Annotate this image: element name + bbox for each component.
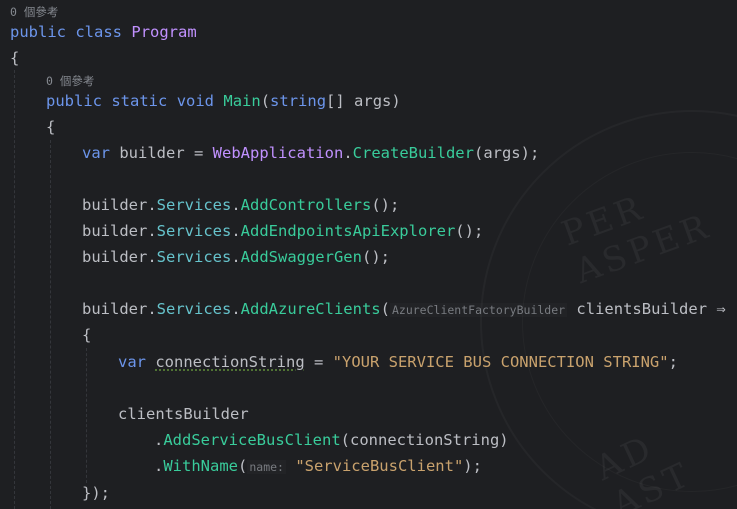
code-text: [] args) xyxy=(326,92,401,110)
property-name: Services xyxy=(156,248,232,266)
paren: ( xyxy=(238,457,248,475)
keyword: static xyxy=(111,92,168,110)
keyword: public xyxy=(10,23,66,41)
code-line: public class Program xyxy=(10,21,197,43)
inlay-type-hint[interactable]: AzureClientFactoryBuilder xyxy=(390,303,567,317)
indent-guide-1 xyxy=(14,70,15,509)
code-line: builder.Services.AddAzureClients(AzureCl… xyxy=(82,298,726,320)
code-text: . xyxy=(231,248,241,266)
watermark-text-bottom: AD AST xyxy=(589,427,699,509)
method-name: AddServiceBusClient xyxy=(163,431,341,449)
code-text: . xyxy=(154,431,164,449)
code-line: { xyxy=(82,324,91,346)
code-text: ; xyxy=(668,353,678,371)
code-text: builder. xyxy=(82,222,157,240)
paren: ( xyxy=(380,300,390,318)
code-line: clientsBuilder xyxy=(118,403,249,425)
keyword: void xyxy=(176,92,215,110)
brace: { xyxy=(10,49,20,67)
method-name: AddSwaggerGen xyxy=(240,248,362,266)
code-editor[interactable]: PER ASPER AD AST 0 個參考 public class Prog… xyxy=(0,0,737,509)
code-line: }); xyxy=(82,482,110,504)
code-text: ); xyxy=(463,457,482,475)
variable-name[interactable]: connectionString xyxy=(155,353,304,371)
type-name: string xyxy=(270,92,327,110)
class-name: Program xyxy=(131,23,197,41)
code-line: var builder = WebApplication.CreateBuild… xyxy=(82,142,539,164)
brace: { xyxy=(46,118,56,136)
inlay-parameter-hint[interactable]: name: xyxy=(247,460,286,474)
code-text: builder. xyxy=(82,300,157,318)
code-line: builder.Services.AddEndpointsApiExplorer… xyxy=(82,220,483,242)
code-line: public static void Main(string[] args) xyxy=(46,90,401,112)
code-line: builder.Services.AddControllers(); xyxy=(82,194,399,216)
keyword: var xyxy=(82,144,110,162)
keyword: class xyxy=(75,23,123,41)
code-text: . xyxy=(154,457,164,475)
property-name: Services xyxy=(156,196,232,214)
method-name: Main xyxy=(223,92,261,110)
code-text: . xyxy=(231,300,241,318)
code-lens-references[interactable]: 0 個參考 xyxy=(10,3,58,21)
watermark-text-top: PER ASPER xyxy=(556,187,717,293)
code-text: (args); xyxy=(473,144,540,162)
method-name: WithName xyxy=(163,457,238,475)
property-name: Services xyxy=(156,222,232,240)
method-name: AddEndpointsApiExplorer xyxy=(240,222,456,240)
code-text: (); xyxy=(361,248,390,266)
code-text: (); xyxy=(371,196,400,214)
indent-guide-2 xyxy=(50,140,51,509)
string-literal: "ServiceBusClient" xyxy=(295,457,464,475)
method-name: AddAzureClients xyxy=(240,300,381,318)
code-text: builder = xyxy=(110,144,213,162)
code-text: . xyxy=(343,144,353,162)
code-line: .AddServiceBusClient(connectionString) xyxy=(154,429,509,451)
code-text: . xyxy=(231,222,241,240)
paren: ( xyxy=(260,92,271,110)
code-text: builder. xyxy=(82,196,157,214)
code-line: builder.Services.AddSwaggerGen(); xyxy=(82,246,390,268)
keyword: public xyxy=(46,92,102,110)
code-line: var connectionString = "YOUR SERVICE BUS… xyxy=(118,351,678,373)
code-text: clientsBuilder ⇒ xyxy=(567,300,726,318)
brace: { xyxy=(82,326,92,344)
code-line: .WithName(name: "ServiceBusClient"); xyxy=(154,455,482,477)
code-text: builder. xyxy=(82,248,157,266)
code-text: }); xyxy=(82,484,110,502)
code-text: = xyxy=(304,353,333,371)
code-text: (); xyxy=(455,222,484,240)
code-text: clientsBuilder xyxy=(118,405,249,423)
code-text: . xyxy=(231,196,241,214)
method-name: AddControllers xyxy=(240,196,372,214)
indent-guide-3 xyxy=(86,348,87,483)
class-name: WebApplication xyxy=(212,144,344,162)
property-name: Services xyxy=(156,300,232,318)
method-name: CreateBuilder xyxy=(352,144,474,162)
code-line: { xyxy=(46,116,55,138)
keyword: var xyxy=(118,353,146,371)
code-text: (connectionString) xyxy=(340,431,509,449)
code-line: { xyxy=(10,47,19,69)
string-literal: "YOUR SERVICE BUS CONNECTION STRING" xyxy=(332,353,669,371)
code-lens-references[interactable]: 0 個參考 xyxy=(46,72,94,90)
